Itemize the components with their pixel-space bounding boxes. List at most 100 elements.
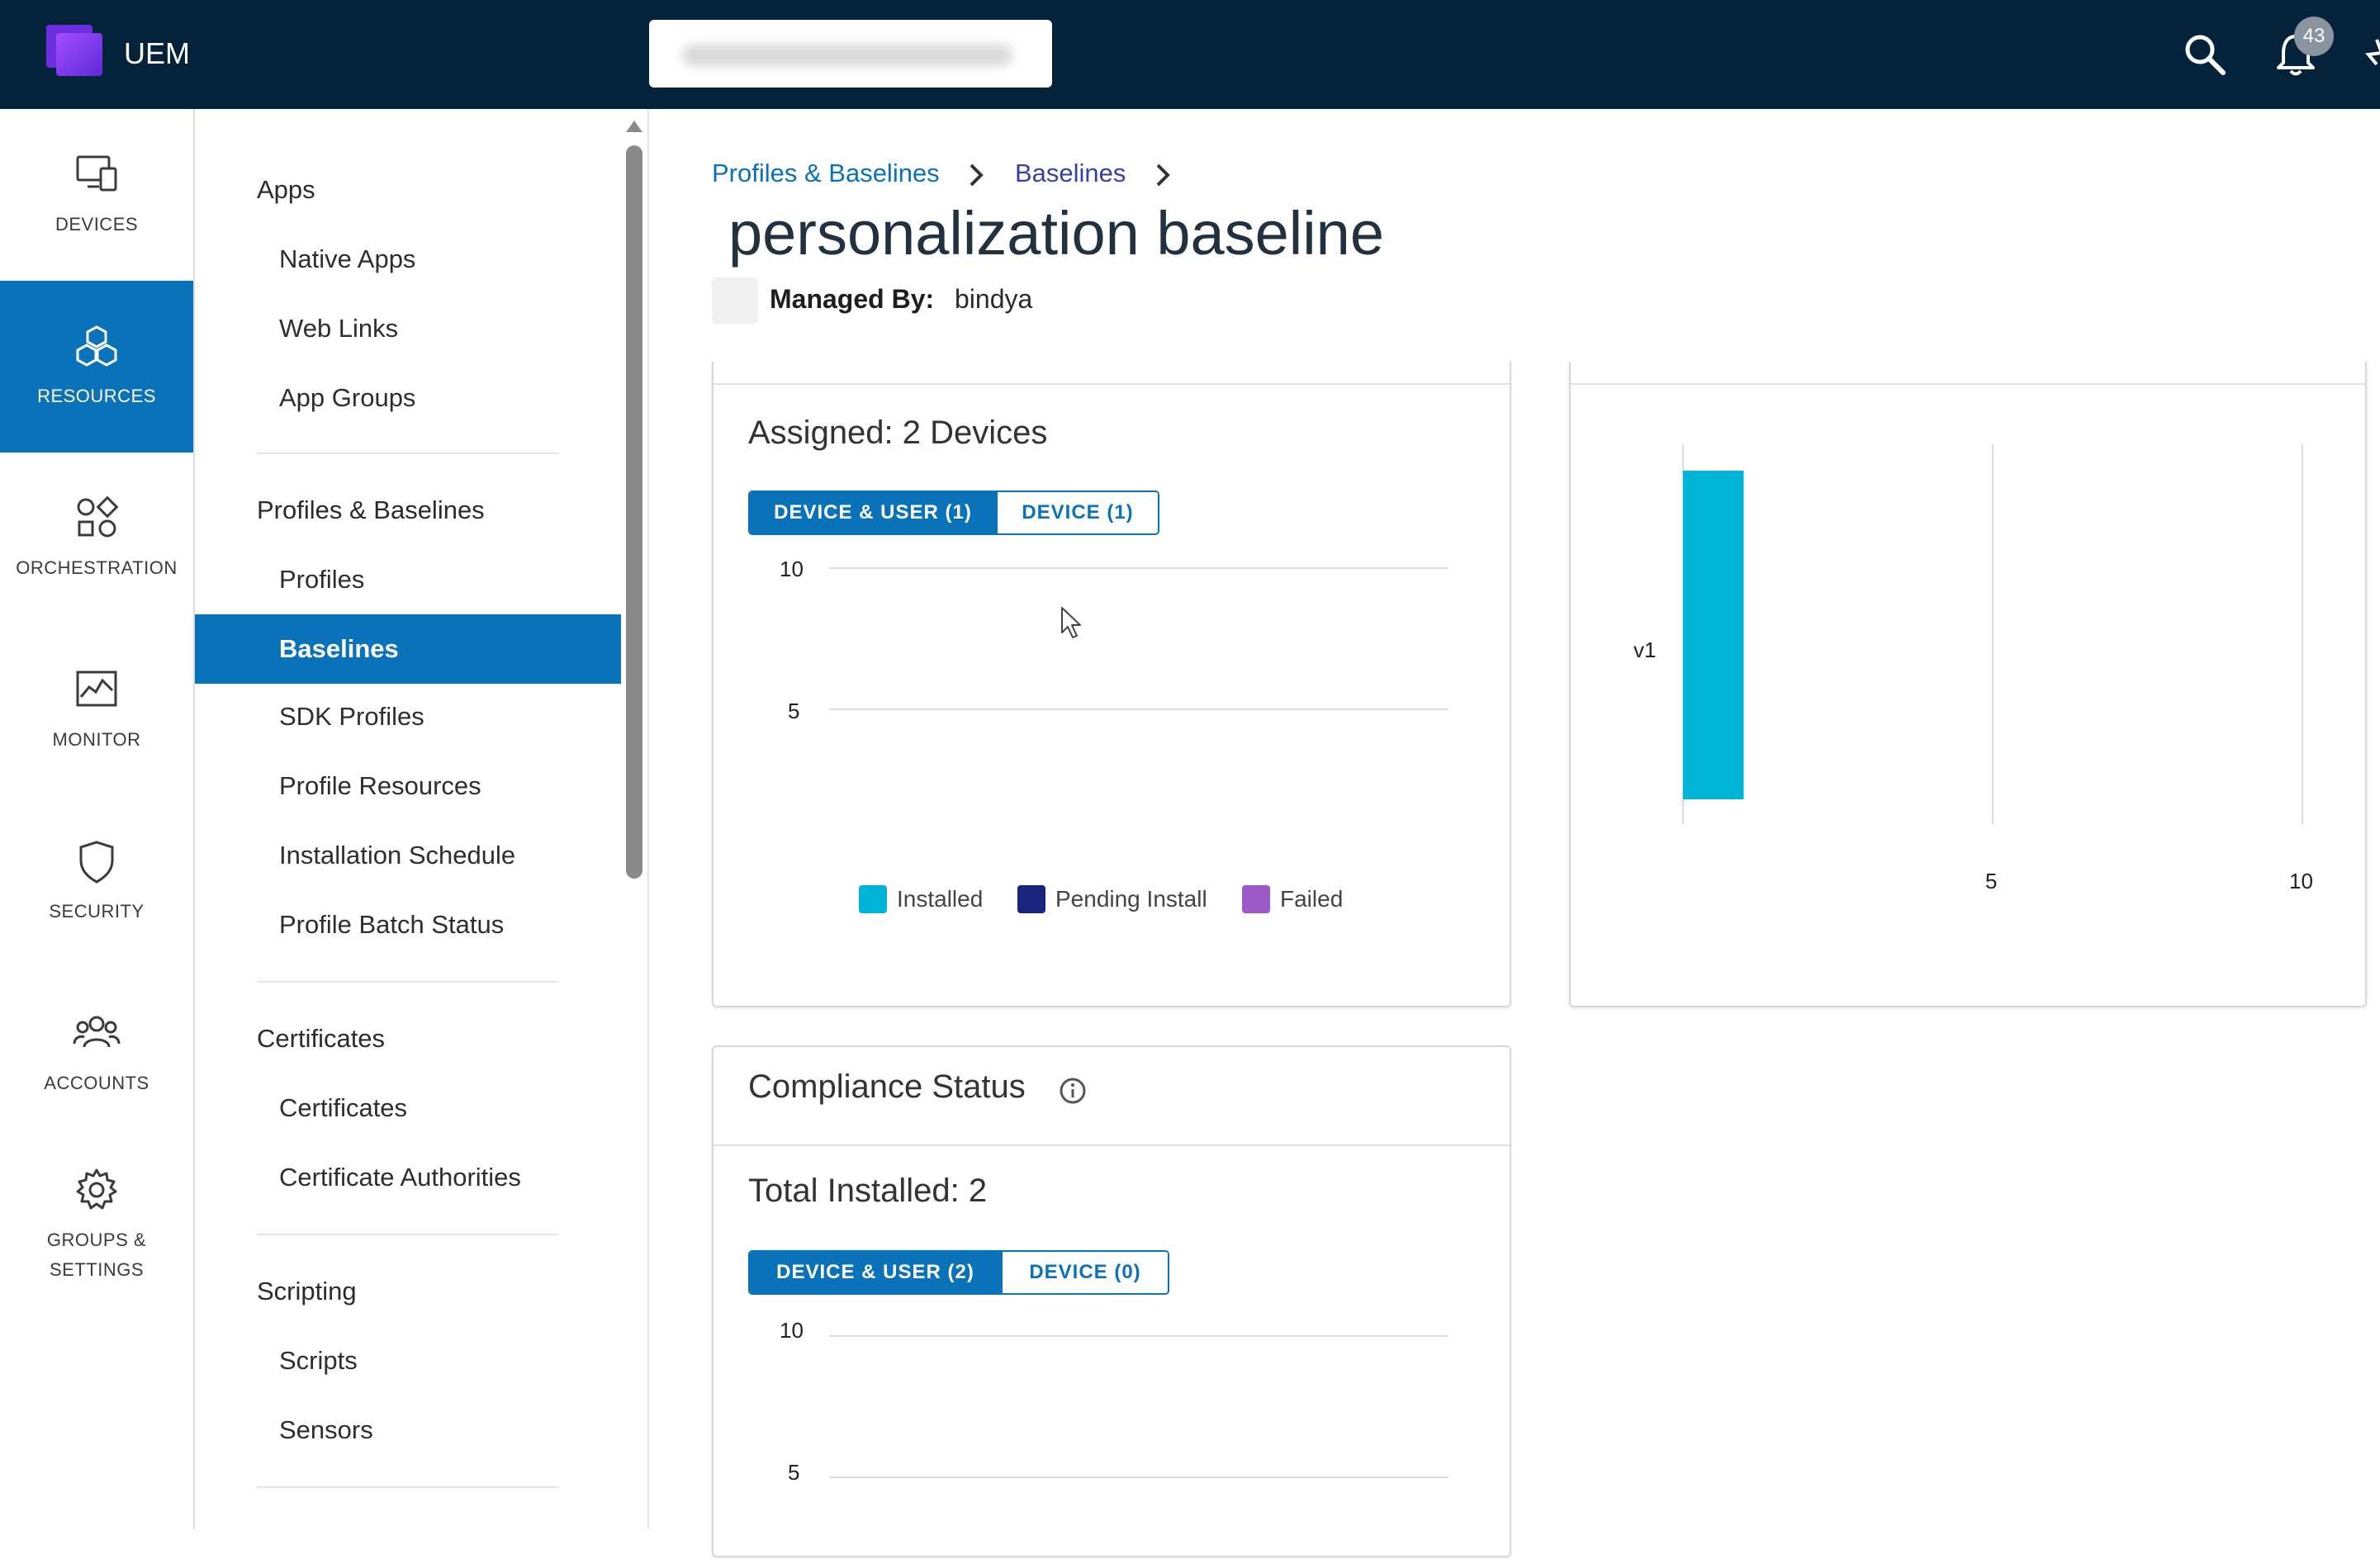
subnav-item-native-apps[interactable]: Native Apps	[279, 244, 415, 274]
rail-item-accounts[interactable]: ACCOUNTS	[0, 968, 193, 1140]
scroll-up-arrow-icon[interactable]	[624, 119, 644, 134]
subnav-divider	[257, 1234, 559, 1235]
subnav-heading-certificates: Certificates	[257, 1024, 386, 1053]
subnav-item-sdk-profiles[interactable]: SDK Profiles	[279, 702, 424, 732]
rail-item-monitor[interactable]: MONITOR	[0, 624, 193, 796]
info-icon[interactable]	[1059, 1077, 1087, 1105]
legend-swatch-pending	[1017, 885, 1045, 913]
subnav-item-profile-batch-status[interactable]: Profile Batch Status	[279, 910, 504, 940]
shield-icon	[79, 841, 114, 884]
legend-label-pending: Pending Install	[1055, 886, 1207, 912]
rail-label-resources: RESOURCES	[37, 386, 156, 406]
owner-avatar	[712, 277, 758, 324]
subnav-item-sensors[interactable]: Sensors	[279, 1415, 373, 1445]
rail-label-monitor: MONITOR	[52, 729, 141, 750]
assigned-chart	[829, 567, 1448, 710]
card-divider	[1571, 383, 2365, 385]
legend-failed: Failed	[1242, 885, 1343, 913]
rail-label-groups-settings: GROUPS & SETTINGS	[46, 1230, 147, 1280]
subnav-heading-scripting: Scripting	[257, 1277, 357, 1305]
rail-label-devices: DEVICES	[55, 214, 139, 235]
rail-item-security[interactable]: SECURITY	[0, 796, 193, 968]
top-bar: UEM 43	[0, 0, 2380, 109]
legend-label-failed: Failed	[1280, 886, 1344, 912]
rail-item-groups-settings[interactable]: GROUPS & SETTINGS	[0, 1140, 193, 1311]
organization-selector[interactable]	[649, 20, 1052, 88]
x-tick-10: 10	[2289, 869, 2313, 893]
subnav-divider	[257, 1486, 559, 1488]
category-label-v1: v1	[1633, 637, 1657, 662]
app-title: UEM	[124, 36, 190, 70]
assigned-tab-group: DEVICE & USER (1) DEVICE (1)	[748, 490, 1159, 535]
subnav-divider	[257, 453, 559, 454]
compliance-card: Compliance Status Total Installed: 2 DEV…	[712, 1045, 1511, 1557]
breadcrumb-baselines[interactable]: Baselines	[1015, 159, 1126, 188]
tab-device[interactable]: DEVICE (1)	[996, 492, 1158, 533]
subnav-heading-profiles-baselines: Profiles & Baselines	[257, 495, 485, 524]
rail-label-accounts: ACCOUNTS	[44, 1073, 149, 1093]
y-tick-5: 5	[788, 1460, 800, 1485]
bar-installed-v1	[1683, 471, 1744, 799]
subnav-item-installation-schedule[interactable]: Installation Schedule	[279, 841, 515, 870]
rail-label-orchestration: ORCHESTRATION	[16, 557, 178, 578]
rail-item-resources[interactable]: RESOURCES	[0, 281, 193, 453]
organization-name-blurred	[682, 45, 1012, 66]
compliance-tab-group: DEVICE & USER (2) DEVICE (0)	[748, 1250, 1169, 1295]
managed-by-label: Managed By:	[770, 284, 935, 314]
legend-swatch-installed	[859, 885, 887, 913]
star-icon[interactable]	[2352, 30, 2380, 79]
legend-installed: Installed	[859, 885, 983, 913]
breadcrumb-profiles-baselines[interactable]: Profiles & Baselines	[712, 159, 940, 188]
y-tick-5: 5	[788, 699, 800, 723]
compliance-chart	[829, 1335, 1448, 1478]
resources-icon	[76, 325, 117, 367]
subnav-item-web-links[interactable]: Web Links	[279, 314, 398, 344]
version-card: v1 5 10	[1569, 362, 2367, 1007]
mouse-cursor-icon	[1061, 607, 1081, 638]
page-title: personalization baseline	[728, 199, 1384, 268]
tab-device-user[interactable]: DEVICE & USER (2)	[750, 1252, 1001, 1293]
notification-badge: 43	[2294, 17, 2334, 56]
chevron-right-icon	[970, 163, 984, 187]
rail-label-security: SECURITY	[49, 901, 145, 922]
version-chart	[1682, 444, 2303, 824]
managed-by-value: bindya	[955, 284, 1033, 314]
assigned-card: Assigned: 2 Devices DEVICE & USER (1) DE…	[712, 362, 1511, 1007]
users-icon	[73, 1016, 121, 1048]
resources-subnav: Apps Native Apps Web Links App Groups Pr…	[195, 109, 649, 1529]
subnav-item-app-groups[interactable]: App Groups	[279, 383, 415, 413]
subnav-scrollbar-thumb[interactable]	[626, 145, 642, 879]
subnav-item-baselines[interactable]: Baselines	[195, 614, 621, 684]
compliance-heading: Compliance Status	[748, 1069, 1026, 1105]
y-tick-10: 10	[780, 1318, 804, 1343]
gear-icon	[76, 1168, 117, 1210]
card-divider	[714, 1144, 1510, 1146]
orchestration-icon	[77, 495, 119, 538]
assigned-heading: Assigned: 2 Devices	[748, 415, 1048, 451]
subnav-item-profile-resources[interactable]: Profile Resources	[279, 771, 481, 801]
chevron-right-icon	[1156, 163, 1170, 187]
x-tick-5: 5	[1985, 869, 1998, 893]
subnav-item-certificate-authorities[interactable]: Certificate Authorities	[279, 1163, 521, 1192]
monitor-icon	[76, 671, 117, 707]
tab-device[interactable]: DEVICE (0)	[1001, 1252, 1168, 1293]
subnav-item-certificates[interactable]: Certificates	[279, 1093, 407, 1123]
subnav-divider	[257, 981, 559, 983]
card-divider	[714, 383, 1510, 385]
subnav-item-baselines-label: Baselines	[279, 634, 399, 663]
subnav-heading-apps: Apps	[257, 175, 315, 204]
compliance-subheading: Total Installed: 2	[748, 1173, 988, 1209]
devices-icon	[76, 155, 117, 192]
rail-item-devices[interactable]: DEVICES	[0, 109, 193, 281]
app-logo-icon[interactable]	[46, 25, 107, 78]
subnav-item-scripts[interactable]: Scripts	[279, 1346, 358, 1376]
primary-nav-rail: DEVICES RESOURCES ORCHESTRATION MONITOR …	[0, 109, 195, 1529]
legend-label-installed: Installed	[897, 886, 984, 912]
rail-item-orchestration[interactable]: ORCHESTRATION	[0, 453, 193, 624]
legend-pending-install: Pending Install	[1017, 885, 1207, 913]
y-tick-10: 10	[780, 557, 804, 581]
tab-device-user[interactable]: DEVICE & USER (1)	[750, 492, 996, 533]
search-icon[interactable]	[2180, 30, 2230, 79]
subnav-item-profiles[interactable]: Profiles	[279, 565, 364, 595]
legend-swatch-failed	[1242, 885, 1270, 913]
